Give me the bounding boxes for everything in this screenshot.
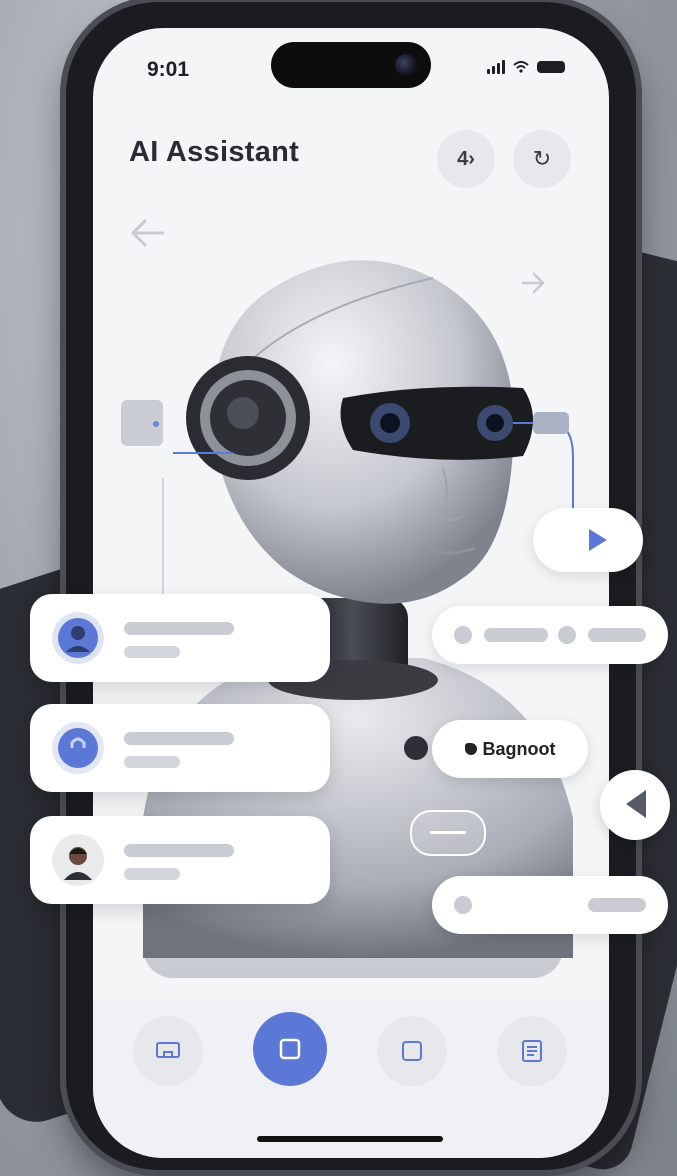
square-outline-icon [402,1041,422,1061]
refresh-button[interactable]: ↻ [513,130,571,188]
refresh-icon: ↻ [532,146,552,171]
play-button[interactable] [533,508,643,572]
status-time: 9:01 [147,58,190,81]
name-chip[interactable]: Bagnoot [432,720,588,778]
square-icon [279,1038,301,1060]
document-icon [522,1040,542,1062]
cast-icon [156,1042,180,1058]
voice-button[interactable]: 4› [437,130,495,188]
person-photo-icon [52,834,104,886]
wifi-icon [513,61,529,73]
contact-card-1[interactable] [30,594,330,682]
nav-home-button[interactable] [253,1012,327,1086]
nav-window-button[interactable] [377,1016,447,1086]
status-icons [487,60,565,74]
speaker-wave-icon: 4› [457,147,475,170]
message-pill-1[interactable] [432,606,668,664]
signal-icon [487,60,505,74]
front-camera-icon [395,54,417,76]
message-pill-2[interactable] [432,876,668,934]
nav-document-button[interactable] [497,1016,567,1086]
dynamic-island [271,42,431,88]
contact-card-2[interactable] [30,704,330,792]
lock-avatar-icon [52,722,104,774]
triangle-left-icon [626,790,646,818]
status-dot [404,736,428,760]
contact-card-3[interactable] [30,816,330,904]
connector-node-left [121,400,163,446]
play-icon [589,529,607,551]
person-avatar-icon [52,612,104,664]
nav-cast-button[interactable] [133,1016,203,1086]
phone-screen: 9:01 AI Assistant 4› ↻ [93,28,609,1158]
connector-node-right [533,412,569,434]
back-edge-button[interactable] [600,770,670,840]
chat-bubble-icon [464,743,477,755]
name-chip-label: Bagnoot [482,738,556,759]
battery-icon [537,61,565,73]
minus-icon [430,831,466,834]
minimize-pill[interactable] [410,810,486,856]
page-title: AI Assistant [129,136,300,168]
home-indicator[interactable] [257,1136,443,1142]
